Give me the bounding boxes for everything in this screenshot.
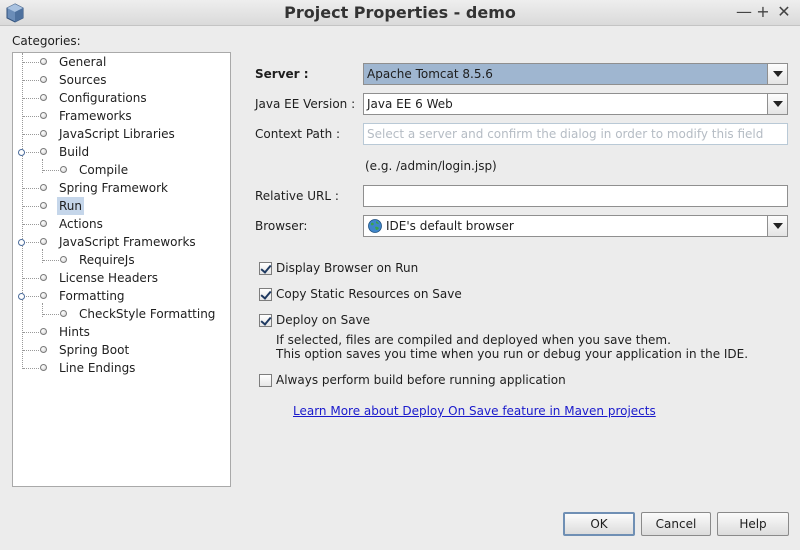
- server-select[interactable]: Apache Tomcat 8.5.6: [363, 63, 788, 85]
- node-bullet-icon: [40, 238, 47, 245]
- tree-item-checkstyle-formatting[interactable]: CheckStyle Formatting: [13, 305, 230, 323]
- tree-item-formatting[interactable]: Formatting: [13, 287, 230, 305]
- node-bullet-icon: [40, 148, 47, 155]
- always-build-checkbox[interactable]: [259, 374, 272, 387]
- tree-item-requirejs[interactable]: RequireJs: [13, 251, 230, 269]
- node-bullet-icon: [40, 292, 47, 299]
- categories-label: Categories:: [12, 34, 81, 48]
- node-bullet-icon: [40, 328, 47, 335]
- chevron-down-icon[interactable]: [767, 94, 787, 114]
- node-bullet-icon: [40, 274, 47, 281]
- expand-toggle-icon[interactable]: [18, 239, 25, 246]
- javaee-version-select[interactable]: Java EE 6 Web: [363, 93, 788, 115]
- display-browser-label: Display Browser on Run: [276, 261, 419, 275]
- tree-item-javascript-frameworks[interactable]: JavaScript Frameworks: [13, 233, 230, 251]
- node-bullet-icon: [40, 112, 47, 119]
- javaee-version-label: Java EE Version :: [255, 97, 356, 111]
- tree-item-spring-framework[interactable]: Spring Framework: [13, 179, 230, 197]
- close-button[interactable]: ✕: [775, 3, 793, 21]
- node-bullet-icon: [40, 94, 47, 101]
- deploy-on-save-label: Deploy on Save: [276, 313, 371, 327]
- expand-toggle-icon[interactable]: [18, 293, 25, 300]
- relative-url-field[interactable]: [363, 185, 788, 207]
- title-bar: Project Properties - demo — + ✕: [0, 0, 800, 26]
- display-browser-checkbox[interactable]: [259, 262, 272, 275]
- minimize-button[interactable]: —: [735, 3, 753, 21]
- node-bullet-icon: [60, 256, 67, 263]
- tree-item-label: Sources: [59, 73, 107, 87]
- node-bullet-icon: [40, 76, 47, 83]
- deploy-on-save-checkbox[interactable]: [259, 314, 272, 327]
- learn-more-link[interactable]: Learn More about Deploy On Save feature …: [293, 404, 656, 418]
- javaee-version-value: Java EE 6 Web: [367, 97, 453, 111]
- tree-item-label: License Headers: [59, 271, 158, 285]
- tree-item-label: JavaScript Libraries: [59, 127, 175, 141]
- tree-item-configurations[interactable]: Configurations: [13, 89, 230, 107]
- tree-item-sources[interactable]: Sources: [13, 71, 230, 89]
- tree-item-general[interactable]: General: [13, 53, 230, 71]
- node-bullet-icon: [60, 310, 67, 317]
- chevron-down-icon[interactable]: [767, 64, 787, 84]
- tree-item-label: General: [59, 55, 107, 69]
- chevron-down-icon[interactable]: [767, 216, 787, 236]
- window-title: Project Properties - demo: [284, 3, 516, 22]
- help-button[interactable]: Help: [717, 512, 789, 536]
- node-bullet-icon: [40, 130, 47, 137]
- globe-icon: [368, 219, 382, 233]
- maximize-button[interactable]: +: [754, 3, 772, 21]
- tree-item-hints[interactable]: Hints: [13, 323, 230, 341]
- tree-item-label: CheckStyle Formatting: [79, 307, 216, 321]
- tree-item-spring-boot[interactable]: Spring Boot: [13, 341, 230, 359]
- copy-static-checkbox[interactable]: [259, 288, 272, 301]
- tree-item-label: JavaScript Frameworks: [59, 235, 196, 249]
- node-bullet-icon: [40, 220, 47, 227]
- categories-tree[interactable]: General Sources Configurations Framework…: [12, 52, 231, 487]
- tree-item-label: Actions: [59, 217, 103, 231]
- node-bullet-icon: [40, 184, 47, 191]
- node-bullet-icon: [40, 346, 47, 353]
- tree-item-actions[interactable]: Actions: [13, 215, 230, 233]
- always-build-label: Always perform build before running appl…: [276, 373, 566, 387]
- expand-toggle-icon[interactable]: [18, 149, 25, 156]
- browser-label: Browser:: [255, 219, 308, 233]
- tree-item-label: Line Endings: [59, 361, 136, 375]
- relative-url-label: Relative URL :: [255, 189, 339, 203]
- tree-item-label: Spring Framework: [59, 181, 168, 195]
- browser-value: IDE's default browser: [386, 219, 514, 233]
- node-bullet-icon: [40, 364, 47, 371]
- tree-item-label: Run: [57, 197, 85, 215]
- deploy-description-line1: If selected, files are compiled and depl…: [276, 333, 671, 347]
- tree-item-label: Spring Boot: [59, 343, 130, 357]
- tree-item-label: Formatting: [59, 289, 125, 303]
- server-label: Server :: [255, 67, 309, 81]
- node-bullet-icon: [40, 58, 47, 65]
- tree-item-line-endings[interactable]: Line Endings: [13, 359, 230, 377]
- tree-item-label: Build: [59, 145, 90, 159]
- browser-select[interactable]: IDE's default browser: [363, 215, 788, 237]
- tree-item-label: Compile: [79, 163, 129, 177]
- context-path-hint: (e.g. /admin/login.jsp): [365, 159, 497, 173]
- copy-static-label: Copy Static Resources on Save: [276, 287, 462, 301]
- deploy-description-line2: This option saves you time when you run …: [276, 347, 749, 361]
- server-value: Apache Tomcat 8.5.6: [367, 67, 493, 81]
- tree-item-license-headers[interactable]: License Headers: [13, 269, 230, 287]
- context-path-placeholder: Select a server and confirm the dialog i…: [367, 127, 764, 141]
- tree-item-label: Configurations: [59, 91, 147, 105]
- cancel-button[interactable]: Cancel: [641, 512, 711, 536]
- tree-item-label: RequireJs: [79, 253, 135, 267]
- tree-item-compile[interactable]: Compile: [13, 161, 230, 179]
- tree-item-frameworks[interactable]: Frameworks: [13, 107, 230, 125]
- tree-item-label: Frameworks: [59, 109, 132, 123]
- node-bullet-icon: [60, 166, 67, 173]
- node-bullet-icon: [40, 202, 47, 209]
- tree-item-build[interactable]: Build: [13, 143, 230, 161]
- tree-item-javascript-libraries[interactable]: JavaScript Libraries: [13, 125, 230, 143]
- tree-item-run[interactable]: Run: [13, 197, 230, 215]
- context-path-field[interactable]: Select a server and confirm the dialog i…: [363, 123, 788, 145]
- ok-button[interactable]: OK: [563, 512, 635, 536]
- tree-item-label: Hints: [59, 325, 90, 339]
- context-path-label: Context Path :: [255, 127, 341, 141]
